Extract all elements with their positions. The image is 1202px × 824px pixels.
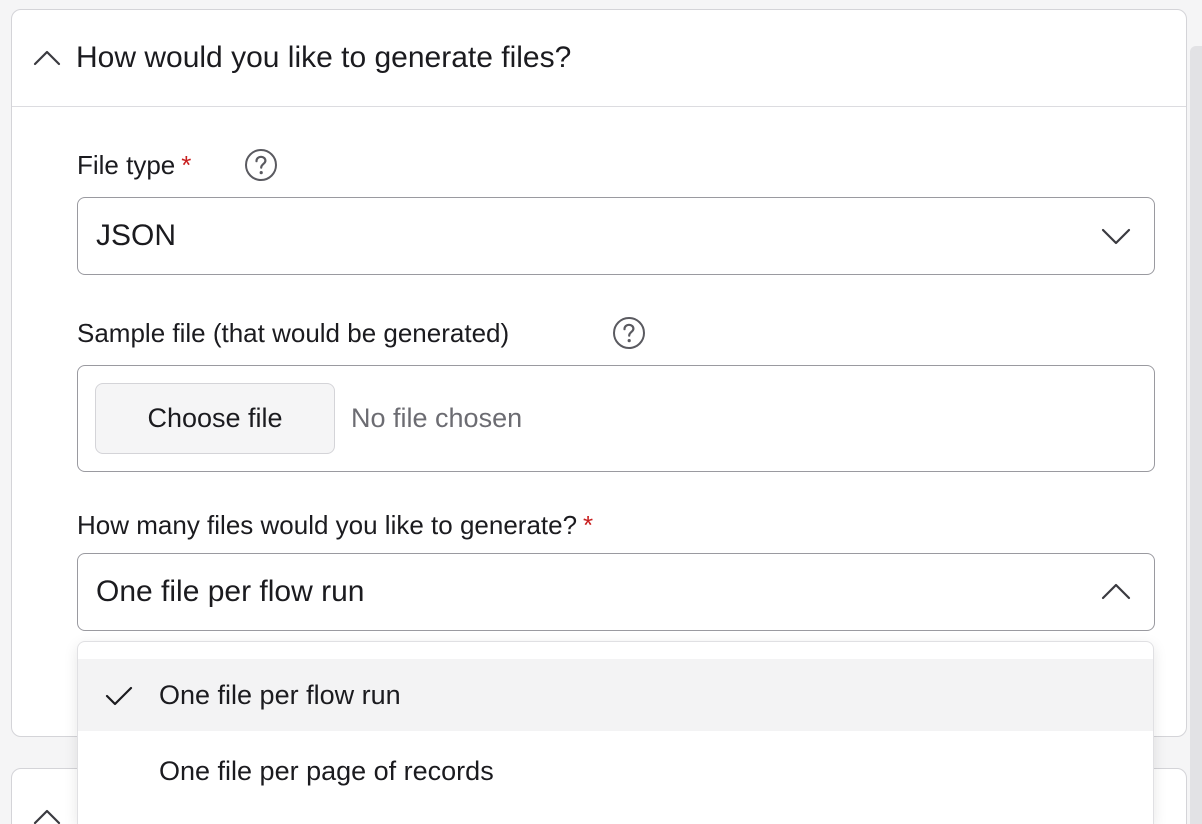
help-icon[interactable] — [612, 316, 646, 350]
required-asterisk: * — [181, 150, 192, 180]
scrollbar[interactable] — [1190, 46, 1202, 824]
section-title: How would you like to generate files? — [76, 41, 572, 74]
files-count-dropdown: One file per flow run One file per page … — [77, 641, 1154, 824]
page: How would you like to generate files? Fi… — [0, 0, 1202, 824]
help-icon[interactable] — [244, 148, 278, 182]
file-type-label-text: File type — [77, 150, 176, 180]
files-count-select[interactable]: One file per flow run — [77, 553, 1155, 631]
option-label: One file per flow run — [159, 680, 401, 710]
generate-files-section: How would you like to generate files? Fi… — [11, 9, 1187, 737]
dropdown-option-per-flow-run[interactable]: One file per flow run — [78, 659, 1153, 731]
sample-file-input[interactable]: Choose file No file chosen — [77, 365, 1155, 472]
chevron-down-icon — [1101, 228, 1131, 245]
files-count-value: One file per flow run — [96, 575, 365, 608]
file-type-select[interactable]: JSON — [77, 197, 1155, 275]
chevron-up-icon[interactable] — [32, 803, 62, 824]
chevron-up-icon — [1101, 583, 1131, 600]
checkmark-icon — [105, 686, 133, 706]
sample-file-label: Sample file (that would be generated) — [77, 318, 510, 348]
file-type-value: JSON — [96, 219, 177, 252]
section-header[interactable]: How would you like to generate files? — [12, 10, 1186, 107]
choose-file-button[interactable]: Choose file — [95, 383, 335, 454]
chevron-up-icon[interactable] — [32, 44, 62, 74]
file-status-text: No file chosen — [351, 403, 523, 433]
files-count-label-text: How many files would you like to generat… — [77, 510, 578, 540]
option-label: One file per page of records — [159, 756, 494, 786]
file-type-label: File type * — [77, 149, 191, 181]
required-asterisk: * — [583, 510, 594, 540]
files-count-label: How many files would you like to generat… — [77, 509, 593, 541]
dropdown-option-per-page-of-records[interactable]: One file per page of records — [78, 735, 1153, 807]
